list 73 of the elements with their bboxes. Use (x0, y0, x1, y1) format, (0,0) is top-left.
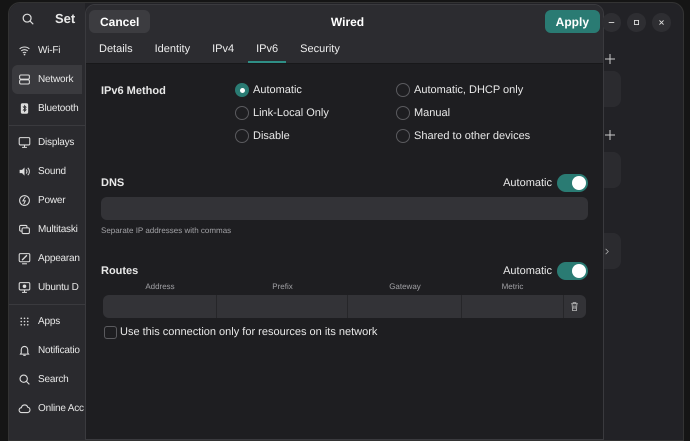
window-title: Set (55, 10, 76, 28)
cancel-button[interactable]: Cancel (89, 10, 150, 33)
radio-button[interactable] (235, 83, 249, 97)
column-header: Address (144, 281, 176, 293)
speaker-icon (18, 165, 31, 178)
power-icon (18, 194, 31, 207)
radio-label[interactable]: Shared to other devices (414, 128, 530, 144)
cloud-icon (18, 402, 31, 415)
column-header: Metric (500, 281, 524, 293)
search-icon (18, 373, 31, 386)
tab[interactable]: IPv6 (248, 38, 286, 63)
checkbox-label[interactable]: Use this connection only for resources on its network (120, 324, 378, 340)
radio-label[interactable]: Automatic, DHCP only (414, 82, 524, 98)
toggle-switch[interactable] (557, 174, 588, 192)
apply-button[interactable]: Apply (544, 10, 600, 33)
checkbox[interactable] (104, 326, 117, 339)
sidebar-item[interactable]: Appearan (12, 244, 82, 273)
radio-button[interactable] (235, 129, 249, 143)
maximize-button[interactable] (627, 13, 646, 32)
toggle-label: Automatic (503, 264, 552, 279)
plus-icon[interactable] (605, 130, 615, 140)
column-header: Gateway (388, 281, 422, 293)
minimize-button[interactable] (602, 13, 621, 32)
radio-label[interactable]: Automatic (253, 82, 302, 98)
close-icon (656, 17, 667, 28)
bell-icon (18, 344, 31, 357)
sidebar-item[interactable]: Network (12, 65, 82, 94)
chevron-right-icon (605, 246, 609, 256)
column-header: Prefix (271, 281, 294, 293)
sidebar-item[interactable]: Ubuntu D (12, 273, 82, 302)
bluetooth-icon (18, 102, 31, 115)
dialog-title: Wired (330, 14, 364, 30)
radio-button[interactable] (396, 106, 410, 120)
tab[interactable]: Identity (146, 38, 198, 63)
search-icon[interactable] (21, 12, 35, 26)
hint-text: Separate IP addresses with commas (101, 225, 232, 237)
windows-icon (18, 223, 31, 236)
maximize-icon (631, 17, 642, 28)
sidebar-item[interactable]: Bluetooth (12, 94, 82, 123)
monitor-icon (18, 281, 31, 294)
section-label: DNS (101, 176, 124, 191)
radio-label[interactable]: Manual (414, 104, 450, 122)
sidebar-item[interactable]: Power (12, 186, 82, 215)
network-icon (18, 73, 31, 86)
sidebar-item[interactable]: Displays (12, 128, 82, 157)
toggle-label: Automatic (503, 176, 552, 191)
section-label: IPv6 Method (101, 84, 167, 99)
sidebar-item[interactable]: Multitaski (12, 215, 82, 244)
card-background (604, 152, 621, 188)
plus-icon[interactable] (605, 54, 615, 64)
sidebar-item[interactable]: Notificatio (12, 336, 82, 365)
radio-button[interactable] (235, 106, 249, 120)
sidebar-item[interactable]: Sound (12, 157, 82, 186)
radio-label[interactable]: Link-Local Only (253, 104, 329, 122)
section-label: Routes (101, 264, 138, 279)
radio-label[interactable]: Disable (253, 128, 290, 144)
trash-icon (569, 301, 580, 312)
wifi-icon (18, 44, 31, 57)
radio-button[interactable] (396, 129, 410, 143)
tab[interactable]: IPv4 (204, 38, 242, 63)
grid-icon (18, 315, 31, 328)
card-background (604, 71, 621, 107)
toggle-switch[interactable] (557, 262, 588, 280)
sidebar-item[interactable]: Apps (12, 307, 82, 336)
radio-button[interactable] (396, 83, 410, 97)
tab[interactable]: Security (292, 38, 348, 63)
sidebar-item[interactable]: Online Acc (12, 394, 82, 423)
tab[interactable]: Details (91, 38, 141, 63)
close-button[interactable] (652, 13, 671, 32)
monitor-icon (18, 136, 31, 149)
sidebar-item[interactable]: Search (12, 365, 82, 394)
monitor-brush-icon (18, 252, 31, 265)
sidebar-item[interactable]: Wi-Fi (12, 36, 82, 65)
